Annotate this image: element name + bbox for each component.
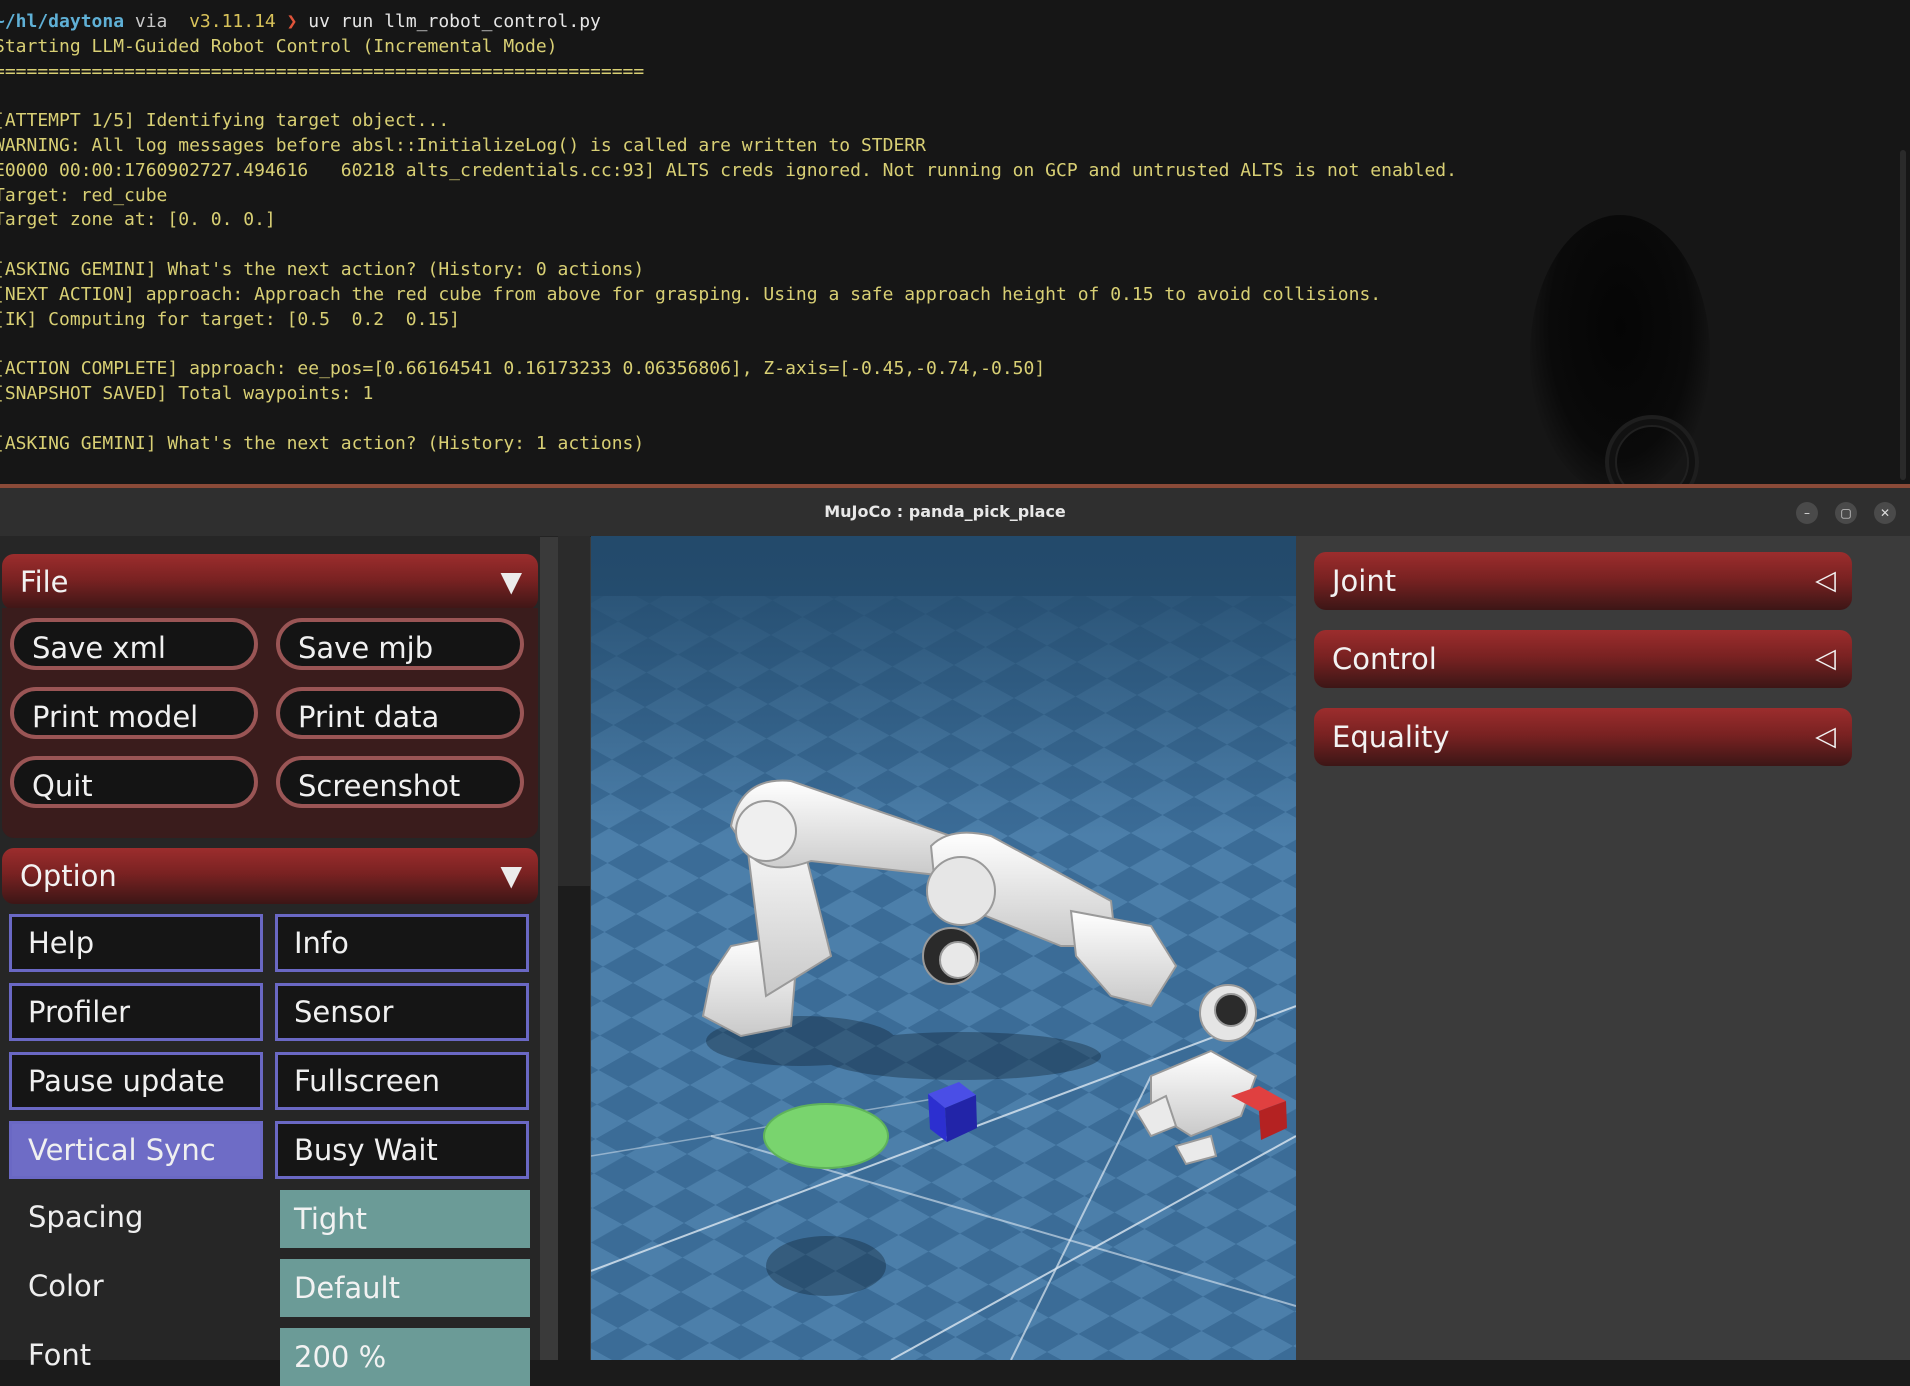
quit-button[interactable]: Quit (10, 756, 258, 808)
terminal-window[interactable]: ~/hl/daytona via v3.11.14 ❯ uv run llm_r… (0, 0, 1910, 486)
terminal-line: Target: red_cube (0, 184, 168, 206)
3d-viewport[interactable] (591, 536, 1296, 1360)
panel-scrollbar[interactable] (558, 536, 590, 1360)
spacing-label: Spacing (28, 1200, 144, 1234)
file-section-body: Save xml Save mjb Print model Print data… (2, 608, 538, 838)
option-section-title: Option (20, 859, 117, 893)
joint-section-header[interactable]: Joint ◁ (1314, 552, 1852, 610)
title-bar[interactable]: MuJoCo : panda_pick_place – ▢ ✕ (0, 488, 1910, 537)
option-section-header[interactable]: Option ▼ (2, 848, 538, 904)
prompt-command: uv run llm_robot_control.py (297, 11, 601, 32)
terminal-line: E0000 00:00:1760902727.494616 60218 alts… (0, 159, 1457, 181)
terminal-scrollbar[interactable] (1900, 150, 1906, 480)
help-toggle[interactable]: Help (9, 914, 263, 972)
sensor-toggle[interactable]: Sensor (275, 983, 529, 1041)
equality-section-header[interactable]: Equality ◁ (1314, 708, 1852, 766)
file-section-header[interactable]: File ▼ (2, 554, 538, 610)
collapse-triangle-icon: ▼ (500, 565, 522, 598)
control-section-header[interactable]: Control ◁ (1314, 630, 1852, 688)
scrollbar-thumb[interactable] (558, 536, 590, 886)
font-label: Font (28, 1338, 92, 1372)
terminal-line: ========================================… (0, 60, 645, 82)
vertical-sync-toggle[interactable]: Vertical Sync (9, 1121, 263, 1179)
terminal-line: [ACTION COMPLETE] approach: ee_pos=[0.66… (0, 358, 1046, 380)
color-select[interactable]: Default (280, 1259, 530, 1317)
profiler-toggle[interactable]: Profiler (9, 983, 263, 1041)
terminal-line: [ASKING GEMINI] What's the next action? … (0, 432, 645, 454)
collapse-triangle-icon: ▼ (500, 859, 522, 892)
terminal-output: ~/hl/daytona via v3.11.14 ❯ uv run llm_r… (0, 10, 1457, 456)
terminal-line: [ASKING GEMINI] What's the next action? … (0, 258, 645, 280)
right-ui-panel: Joint ◁ Control ◁ Equality ◁ (1296, 536, 1910, 1360)
spacing-select[interactable]: Tight (280, 1190, 530, 1248)
expand-triangle-icon: ◁ (1815, 565, 1836, 596)
joint-section-title: Joint (1332, 564, 1397, 598)
color-label: Color (28, 1269, 104, 1303)
expand-triangle-icon: ◁ (1815, 721, 1836, 752)
expand-triangle-icon: ◁ (1815, 643, 1836, 674)
target-zone-disc (763, 1103, 889, 1169)
save-xml-button[interactable]: Save xml (10, 618, 258, 670)
control-section-title: Control (1332, 642, 1437, 676)
screenshot-button[interactable]: Screenshot (276, 756, 524, 808)
prompt-python-version: v3.11.14 (178, 11, 287, 32)
left-ui-panel: File ▼ Save xml Save mjb Print model Pri… (0, 536, 540, 1386)
busy-wait-toggle[interactable]: Busy Wait (275, 1121, 529, 1179)
terminal-line: [ATTEMPT 1/5] Identifying target object.… (0, 110, 450, 132)
close-button[interactable]: ✕ (1874, 502, 1896, 524)
terminal-line: WARNING: All log messages before absl::I… (0, 134, 926, 156)
prompt-via: via (124, 11, 179, 32)
file-section-title: File (20, 565, 69, 599)
pause-update-toggle[interactable]: Pause update (9, 1052, 263, 1110)
terminal-line: [NEXT ACTION] approach: Approach the red… (0, 283, 1382, 305)
print-data-button[interactable]: Print data (276, 687, 524, 739)
mujoco-window: MuJoCo : panda_pick_place – ▢ ✕ File ▼ S… (0, 488, 1910, 1386)
font-select[interactable]: 200 % (280, 1328, 530, 1386)
terminal-line: Starting LLM-Guided Robot Control (Incre… (0, 35, 558, 57)
terminal-line: [SNAPSHOT SAVED] Total waypoints: 1 (0, 382, 374, 404)
window-title: MuJoCo : panda_pick_place (824, 502, 1066, 521)
terminal-prompt-line: ~/hl/daytona via v3.11.14 ❯ uv run llm_r… (0, 10, 1457, 35)
equality-section-title: Equality (1332, 720, 1450, 754)
prompt-arrow-icon: ❯ (286, 11, 298, 32)
terminal-line: Target zone at: [0. 0. 0.] (0, 209, 276, 231)
print-model-button[interactable]: Print model (10, 687, 258, 739)
fullscreen-toggle[interactable]: Fullscreen (275, 1052, 529, 1110)
terminal-line: [IK] Computing for target: [0.5 0.2 0.15… (0, 308, 460, 330)
minimize-button[interactable]: – (1796, 502, 1818, 524)
prompt-path: ~/hl/daytona (0, 11, 125, 32)
save-mjb-button[interactable]: Save mjb (276, 618, 524, 670)
maximize-button[interactable]: ▢ (1835, 502, 1857, 524)
info-toggle[interactable]: Info (275, 914, 529, 972)
